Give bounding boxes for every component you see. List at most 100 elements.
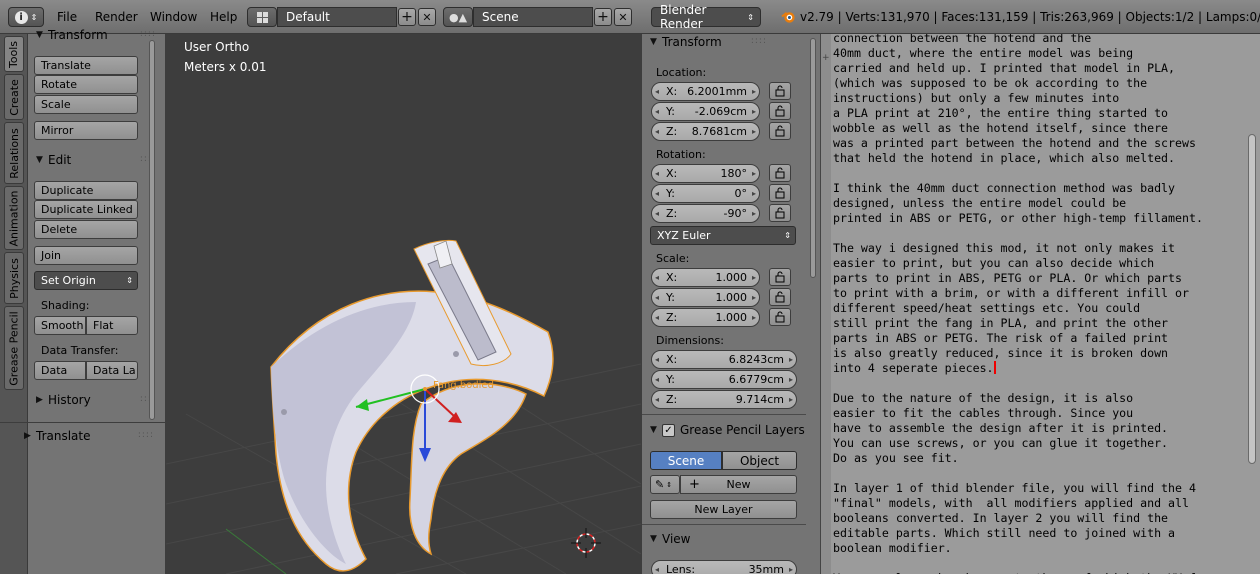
dimensions-z-field[interactable]: Z: 9.714cm: [651, 390, 797, 409]
tab-relations[interactable]: Relations: [4, 122, 24, 184]
data-layout-button[interactable]: Data La: [86, 361, 138, 380]
mirror-button[interactable]: Mirror: [34, 121, 138, 140]
toolshelf-scrollbar[interactable]: [149, 40, 155, 420]
3d-cursor[interactable]: [571, 528, 601, 558]
drag-grip-icon[interactable]: ::::: [751, 36, 767, 46]
delete-button[interactable]: Delete: [34, 220, 138, 239]
lock-location-y-button[interactable]: [769, 102, 791, 120]
menu-render[interactable]: Render: [95, 10, 138, 24]
lock-rotation-x-button[interactable]: [769, 164, 791, 182]
data-button[interactable]: Data: [34, 361, 86, 380]
drag-grip-icon[interactable]: ::::: [140, 29, 156, 39]
rotation-mode-select[interactable]: XYZ Euler ⇕: [650, 226, 796, 245]
text-line: into 4 seperate pieces.: [833, 361, 996, 375]
screen-layout-icon-button[interactable]: [247, 7, 277, 27]
panel-title: Transform: [662, 35, 722, 49]
3d-viewport[interactable]: User Ortho Meters x 0.01 Fang.bodied: [166, 34, 641, 574]
lens-field[interactable]: Lens: 35mm: [651, 560, 797, 574]
properties-scroll-track: [806, 34, 820, 574]
text-content[interactable]: connection between the hotend and the 40m…: [833, 34, 1243, 574]
screen-layout-field[interactable]: Default: [277, 7, 397, 27]
grease-enable-checkbox[interactable]: ✓: [662, 423, 675, 437]
view-panel-header[interactable]: ▼ View: [642, 529, 780, 549]
scale-z-field[interactable]: Z: 1.000: [651, 308, 760, 327]
grease-pencil-layers-header[interactable]: ▼ ✓ Grease Pencil Layers: [642, 420, 806, 440]
flat-button[interactable]: Flat: [86, 316, 138, 335]
rotation-label: Rotation:: [656, 148, 706, 161]
menu-file[interactable]: File: [57, 10, 77, 24]
scale-y-field[interactable]: Y: 1.000: [651, 288, 760, 307]
duplicate-linked-button[interactable]: Duplicate Linked: [34, 200, 138, 219]
text-line: I think the 40mm duct connection method …: [833, 181, 1176, 195]
operator-panel-header[interactable]: ▶ Translate ::::: [16, 426, 154, 446]
lock-scale-x-button[interactable]: [769, 268, 791, 286]
rotate-button[interactable]: Rotate: [34, 75, 138, 94]
text-line: is also greatly reduced, since it is bro…: [833, 346, 1169, 360]
editor-type-button[interactable]: i ⇕: [8, 7, 44, 27]
lock-scale-y-button[interactable]: [769, 288, 791, 306]
scale-x-field[interactable]: X: 1.000: [651, 268, 760, 287]
lock-rotation-z-button[interactable]: [769, 204, 791, 222]
grease-scene-tab[interactable]: Scene: [650, 451, 722, 470]
text-line: (which was supposed to be ok according t…: [833, 76, 1148, 90]
location-x-field[interactable]: X: 6.2001mm: [651, 82, 760, 101]
add-scene-button[interactable]: +: [594, 8, 612, 26]
tab-create[interactable]: Create: [4, 74, 24, 120]
scale-button[interactable]: Scale: [34, 95, 138, 114]
scene-statistics: v2.79 | Verts:131,970 | Faces:131,159 | …: [800, 10, 1260, 24]
transform-panel-header[interactable]: ▼ Transform ::::: [28, 25, 166, 45]
lock-icon: [775, 187, 785, 199]
set-origin-label: Set Origin: [41, 274, 96, 287]
set-origin-select[interactable]: Set Origin ⇕: [34, 271, 138, 290]
text-line: [833, 166, 1243, 181]
pencil-icon-button[interactable]: ✎ ⇕: [650, 475, 680, 494]
scene-icon-button[interactable]: ●▲: [443, 7, 473, 27]
lock-location-z-button[interactable]: [769, 122, 791, 140]
field-value: -90°: [723, 207, 747, 220]
location-y-field[interactable]: Y: -2.069cm: [651, 102, 760, 121]
lock-location-x-button[interactable]: [769, 82, 791, 100]
fang-model[interactable]: [270, 239, 554, 572]
field-value: 9.714cm: [735, 393, 784, 406]
render-engine-label: Blender Render: [660, 3, 707, 31]
remove-screen-button[interactable]: ✕: [418, 8, 436, 26]
menu-window[interactable]: Window: [150, 10, 197, 24]
location-z-field[interactable]: Z: 8.7681cm: [651, 122, 760, 141]
text-line: to print with a brim, or with a differen…: [833, 286, 1189, 300]
tab-animation[interactable]: Animation: [4, 186, 24, 250]
translate-button[interactable]: Translate: [34, 56, 138, 75]
lock-rotation-y-button[interactable]: [769, 184, 791, 202]
scale-label: Scale:: [656, 252, 690, 265]
text-line: In layer 1 of thid blender file, you wil…: [833, 481, 1196, 495]
text-line: [833, 376, 1243, 391]
text-editor[interactable]: + connection between the hotend and the 4…: [820, 34, 1260, 574]
transform-properties-header[interactable]: ▼ Transform ::::: [642, 34, 780, 52]
duplicate-button[interactable]: Duplicate: [34, 181, 138, 200]
rotation-y-field[interactable]: Y: 0°: [651, 184, 760, 203]
rotation-x-field[interactable]: X: 180°: [651, 164, 760, 183]
drag-grip-icon[interactable]: ::::: [138, 430, 154, 440]
tab-tools[interactable]: Tools: [4, 36, 24, 72]
dimensions-x-field[interactable]: X: 6.8243cm: [651, 350, 797, 369]
tab-physics[interactable]: Physics: [4, 252, 24, 304]
add-screen-button[interactable]: +: [398, 8, 416, 26]
remove-scene-button[interactable]: ✕: [614, 8, 632, 26]
grease-object-tab[interactable]: Object: [722, 451, 797, 470]
scene-field[interactable]: Scene: [473, 7, 593, 27]
new-layer-button[interactable]: New Layer: [650, 500, 797, 519]
text-line: connection between the hotend and the: [833, 34, 1092, 45]
history-panel-header[interactable]: ▶ History ::::: [28, 390, 166, 410]
menu-help[interactable]: Help: [210, 10, 237, 24]
edit-panel-header[interactable]: ▼ Edit ::::: [28, 150, 166, 170]
rotation-z-field[interactable]: Z: -90°: [651, 204, 760, 223]
smooth-button[interactable]: Smooth: [34, 316, 86, 335]
tab-grease-pencil[interactable]: Grease Pencil: [4, 306, 24, 390]
join-button[interactable]: Join: [34, 246, 138, 265]
properties-scrollbar[interactable]: [810, 38, 816, 278]
dimensions-y-field[interactable]: Y: 6.6779cm: [651, 370, 797, 389]
render-engine-select[interactable]: Blender Render ⇕: [651, 3, 761, 31]
text-scrollbar[interactable]: [1248, 134, 1256, 464]
new-grease-data-button[interactable]: + New: [680, 475, 797, 494]
lock-scale-z-button[interactable]: [769, 308, 791, 326]
triangle-down-icon: ▼: [36, 155, 43, 165]
